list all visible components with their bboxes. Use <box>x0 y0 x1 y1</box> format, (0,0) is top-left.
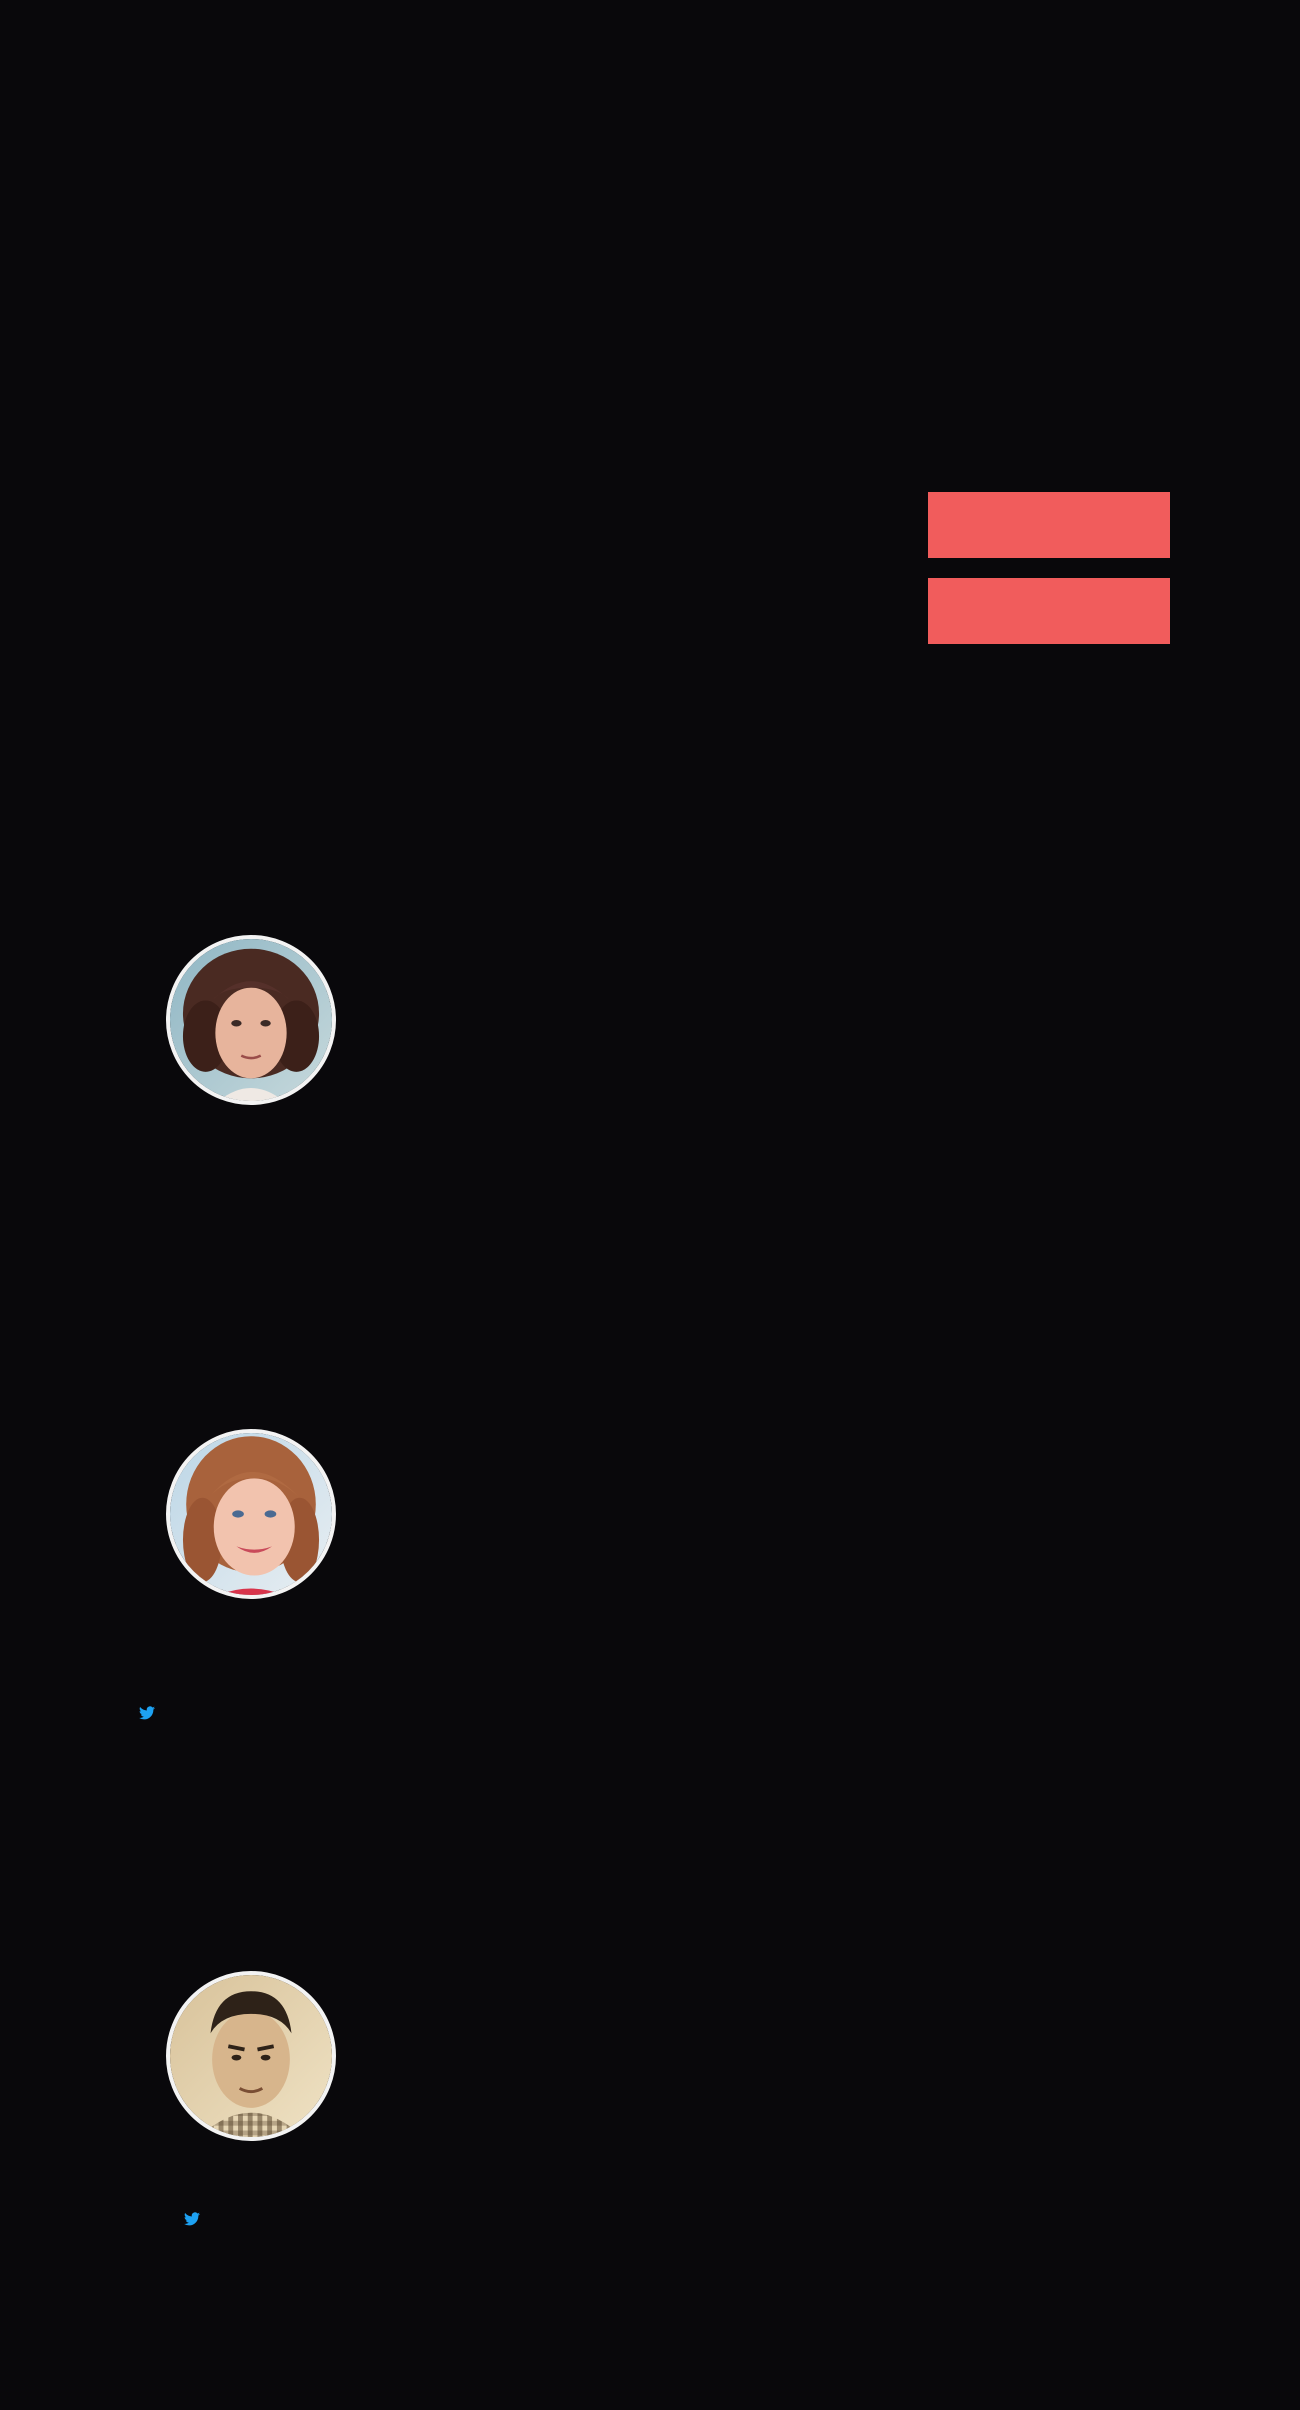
team-member-avatar <box>166 1971 336 2141</box>
avatar-photo <box>170 939 332 1101</box>
cta-primary-button[interactable] <box>928 492 1170 558</box>
twitter-link[interactable] <box>139 1706 155 1720</box>
twitter-link[interactable] <box>184 2212 200 2226</box>
twitter-icon <box>139 1706 155 1720</box>
avatar-photo <box>170 1433 332 1595</box>
twitter-icon <box>184 2212 200 2226</box>
team-member-avatar <box>166 935 336 1105</box>
avatar-photo <box>170 1975 332 2137</box>
team-member-avatar <box>166 1429 336 1599</box>
cta-secondary-button[interactable] <box>928 578 1170 644</box>
